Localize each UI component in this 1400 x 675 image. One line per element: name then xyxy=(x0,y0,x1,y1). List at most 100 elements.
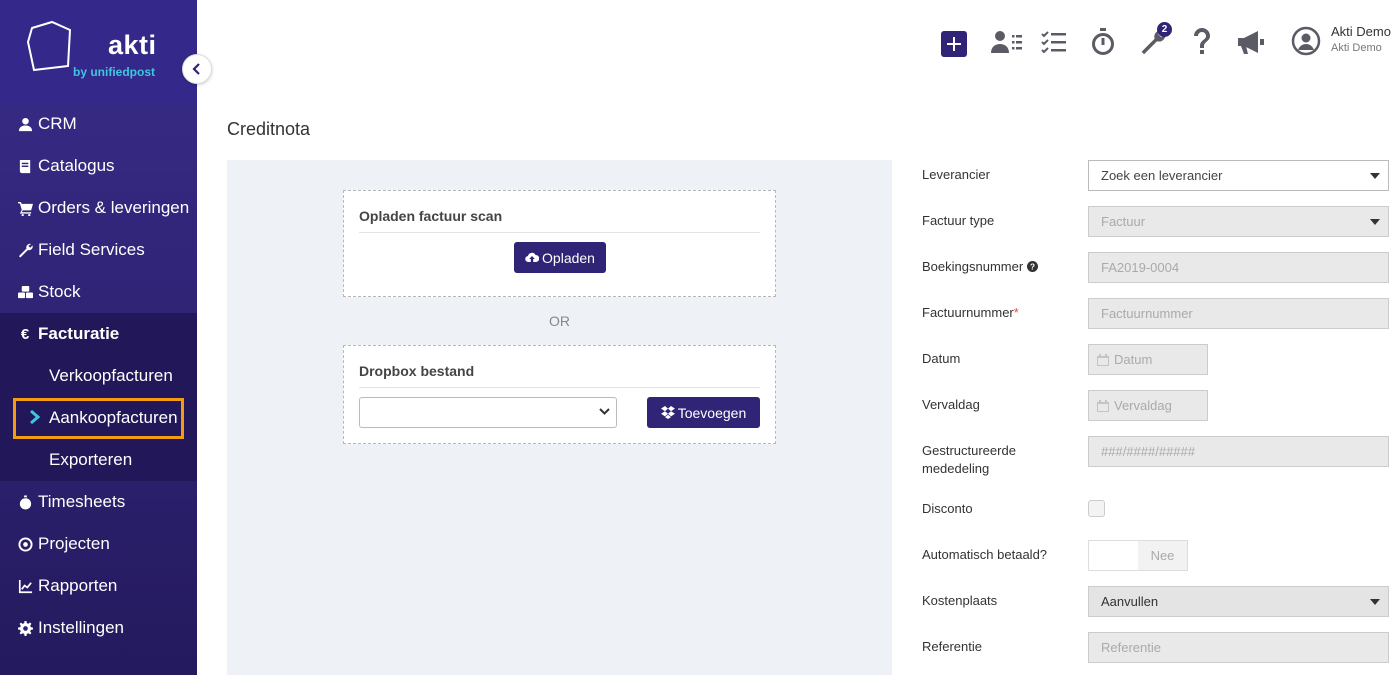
sidebar: akti by unifiedpost CRM Catalogus Orders… xyxy=(0,0,197,675)
scan-upload-box: Opladen factuur scan Opladen xyxy=(343,190,776,297)
or-separator: OR xyxy=(549,313,570,329)
datum-input[interactable]: Datum xyxy=(1088,344,1208,375)
chevron-left-icon xyxy=(192,63,200,75)
sidebar-item-stock[interactable]: Stock xyxy=(0,271,197,313)
sidebar-subitem-label: Exporteren xyxy=(49,450,133,469)
sidebar-item-label: Stock xyxy=(38,282,81,301)
svg-text:?: ? xyxy=(1030,263,1035,272)
plus-icon xyxy=(947,37,961,51)
announcements-button[interactable] xyxy=(1236,26,1266,58)
referentie-label: Referentie xyxy=(922,639,982,654)
factuur-type-label: Factuur type xyxy=(922,213,995,228)
boekingsnummer-label-text: Boekingsnummer xyxy=(922,259,1024,274)
factuur-type-select[interactable]: Factuur xyxy=(1088,206,1389,237)
book-icon xyxy=(17,158,33,174)
vervaldag-input[interactable]: Vervaldag xyxy=(1088,390,1208,421)
logo-tagline: by unifiedpost xyxy=(73,65,155,79)
kostenplaats-label: Kostenplaats xyxy=(922,593,998,608)
disconto-checkbox[interactable] xyxy=(1088,500,1105,517)
user-list-icon xyxy=(991,31,1022,53)
kostenplaats-select[interactable]: Aanvullen xyxy=(1088,586,1389,617)
cubes-icon xyxy=(17,284,33,300)
datum-placeholder: Datum xyxy=(1114,352,1153,367)
euro-icon: € xyxy=(20,325,30,343)
auto-betaald-toggle[interactable]: Nee xyxy=(1088,540,1188,571)
contacts-button[interactable] xyxy=(991,26,1023,58)
help-circle-icon[interactable]: ? xyxy=(1026,261,1038,272)
chart-icon xyxy=(17,578,33,594)
sidebar-subitem-aankoopfacturen[interactable]: Aankoopfacturen xyxy=(0,397,197,439)
tasks-button[interactable] xyxy=(1041,26,1067,58)
add-dropbox-button[interactable]: Toevoegen xyxy=(647,397,760,428)
user-name[interactable]: Akti Demo xyxy=(1331,24,1391,39)
mededeling-label: Gestructureerde mededeling xyxy=(922,442,1016,478)
notification-badge: 2 xyxy=(1157,22,1172,37)
mededeling-input[interactable]: ###/####/##### xyxy=(1088,436,1389,467)
sidebar-item-label: Catalogus xyxy=(38,156,115,175)
sidebar-item-catalogus[interactable]: Catalogus xyxy=(0,145,197,187)
sidebar-item-instellingen[interactable]: Instellingen xyxy=(0,607,197,649)
referentie-input[interactable]: Referentie xyxy=(1088,632,1389,663)
dropbox-title: Dropbox bestand xyxy=(359,363,475,379)
user-company: Akti Demo xyxy=(1331,42,1382,54)
sidebar-item-facturatie[interactable]: € Facturatie xyxy=(0,313,197,355)
sidebar-item-crm[interactable]: CRM xyxy=(0,103,197,145)
tasks-icon xyxy=(1041,31,1066,54)
vervaldag-label: Vervaldag xyxy=(922,397,980,412)
factuurnummer-placeholder: Factuurnummer xyxy=(1101,306,1193,321)
calendar-icon xyxy=(1097,353,1109,366)
add-button[interactable] xyxy=(941,28,967,60)
required-marker: * xyxy=(1013,305,1019,320)
datum-label: Datum xyxy=(922,351,961,366)
user-avatar[interactable] xyxy=(1291,25,1321,57)
facturatie-group: € Facturatie Verkoopfacturen Aankoopfact… xyxy=(0,313,197,481)
caret-down-icon xyxy=(1370,599,1380,605)
boekingsnummer-field[interactable]: FA2019-0004 xyxy=(1088,252,1389,283)
sidebar-subitem-verkoopfacturen[interactable]: Verkoopfacturen xyxy=(0,355,197,397)
calendar-icon xyxy=(1097,399,1109,412)
logo-wordmark: akti xyxy=(108,30,157,60)
stopwatch-icon xyxy=(1092,28,1114,55)
upload-panel: Opladen factuur scan Opladen OR Dropbox … xyxy=(227,160,892,675)
auto-betaald-label: Automatisch betaald? xyxy=(922,547,1048,562)
user-circle-icon xyxy=(1291,26,1321,56)
caret-down-icon xyxy=(1370,219,1380,225)
question-icon xyxy=(1194,28,1210,54)
referentie-placeholder: Referentie xyxy=(1101,640,1161,655)
divider xyxy=(359,232,760,233)
disconto-label: Disconto xyxy=(922,501,973,516)
sidebar-subitem-exporteren[interactable]: Exporteren xyxy=(0,439,197,481)
add-dropbox-button-label: Toevoegen xyxy=(677,404,747,421)
leverancier-label: Leverancier xyxy=(922,167,990,182)
sidebar-item-label: Projecten xyxy=(38,534,110,553)
upload-button-label: Opladen xyxy=(542,249,595,266)
sidebar-item-field-services[interactable]: Field Services xyxy=(0,229,197,271)
sidebar-item-label: Timesheets xyxy=(38,492,126,511)
leverancier-value: Zoek een leverancier xyxy=(1101,168,1223,183)
upload-button[interactable]: Opladen xyxy=(514,242,606,273)
factuurnummer-input[interactable]: Factuurnummer xyxy=(1088,298,1389,329)
logo[interactable]: akti by unifiedpost xyxy=(0,0,197,103)
timer-button[interactable] xyxy=(1091,26,1115,58)
megaphone-icon xyxy=(1238,31,1264,54)
sidebar-collapse-button[interactable] xyxy=(182,54,212,84)
sidebar-item-timesheets[interactable]: Timesheets xyxy=(0,481,197,523)
sidebar-item-rapporten[interactable]: Rapporten xyxy=(0,565,197,607)
caret-down-icon xyxy=(1370,173,1380,179)
logo-shape-icon xyxy=(26,20,72,72)
sidebar-item-label: Rapporten xyxy=(38,576,118,595)
stopwatch-icon xyxy=(17,494,33,510)
sidebar-item-projecten[interactable]: Projecten xyxy=(0,523,197,565)
target-icon xyxy=(17,536,33,552)
sidebar-item-label: Orders & leveringen xyxy=(38,198,190,217)
cloud-upload-icon xyxy=(525,252,540,262)
dropbox-file-select[interactable] xyxy=(359,397,617,428)
factuur-type-value: Factuur xyxy=(1101,214,1146,229)
help-button[interactable] xyxy=(1192,26,1212,58)
leverancier-select[interactable]: Zoek een leverancier xyxy=(1088,160,1389,191)
user-icon xyxy=(17,116,33,132)
factuurnummer-label-text: Factuurnummer xyxy=(922,305,1014,320)
sidebar-item-orders[interactable]: Orders & leveringen xyxy=(0,187,197,229)
tools-button[interactable]: 2 xyxy=(1140,22,1172,58)
sidebar-item-label: Facturatie xyxy=(38,324,120,343)
